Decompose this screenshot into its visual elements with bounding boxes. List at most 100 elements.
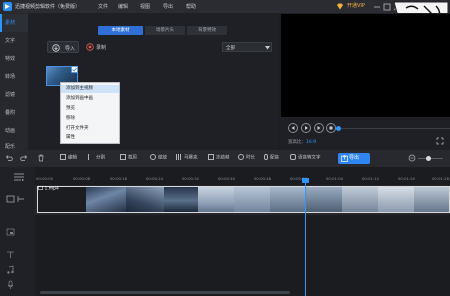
nav-item-text[interactable]: 文字 [0, 32, 28, 50]
playhead[interactable] [305, 178, 306, 296]
nav-item-effects[interactable]: 特效 [0, 50, 28, 68]
horizontal-scrollbar[interactable] [40, 291, 290, 294]
fullscreen-icon[interactable] [436, 137, 444, 145]
aspect-ratio[interactable]: 宽高比：16:9 [288, 139, 316, 145]
ctx-remove[interactable]: 移除 [61, 115, 119, 123]
freeze-icon [208, 154, 214, 160]
time-ruler[interactable] [35, 170, 450, 184]
tool-speech-to-text[interactable]: 语音转文字 [290, 154, 321, 163]
tick-label: 00:00:40 [218, 176, 236, 181]
voice-track-header[interactable] [6, 280, 30, 292]
record-label: 录制 [96, 45, 107, 51]
tick-label: 00:00:24 [146, 176, 164, 181]
tick-label: 00:01:04 [326, 176, 344, 181]
ctx-add-to-main-video[interactable]: 添加到主视频 [61, 85, 119, 93]
ctx-properties[interactable]: 属性 [61, 134, 119, 142]
seek-bar[interactable] [338, 128, 450, 129]
pip-track-header[interactable] [6, 227, 30, 239]
music-note-icon [7, 265, 14, 274]
ctx-add-to-pip[interactable]: 添加到画中画 [61, 95, 119, 103]
nav-item-overlay[interactable]: 叠附 [0, 104, 28, 122]
ctx-open-folder[interactable]: 打开文件夹 [61, 125, 119, 133]
import-label: 导入 [65, 46, 76, 52]
clip-frame [126, 187, 164, 212]
video-track-icon [6, 195, 24, 203]
tab-local-material[interactable]: 本地素材 [98, 26, 143, 35]
microphone-icon [264, 154, 268, 160]
ratio-value: 16:9 [306, 140, 317, 145]
delete-icon[interactable] [37, 154, 45, 162]
clock-icon [238, 154, 244, 160]
app-title: 迅捷视频剪辑软件（免费版） [15, 4, 81, 10]
menu-file[interactable]: 文件 [98, 3, 108, 10]
tool-dubbing-label: 配音 [270, 155, 279, 161]
track-settings-icon[interactable] [14, 173, 24, 181]
text-track-header[interactable] [6, 250, 30, 262]
ctx-preview[interactable]: 预览 [61, 105, 119, 113]
clip-frame [342, 187, 378, 212]
nav-item-transition[interactable]: 转场 [0, 68, 28, 86]
tick-label: 00:00:48 [254, 176, 272, 181]
tool-mosaic-label: 马赛克 [184, 155, 198, 161]
stop-icon [329, 126, 333, 130]
tool-dubbing[interactable]: 配音 [264, 154, 279, 163]
stop-button[interactable] [326, 123, 336, 133]
tab-scene-intro[interactable]: 场景片头 [145, 26, 185, 35]
zoom-slider-handle[interactable] [426, 156, 431, 161]
clip-frame [198, 187, 234, 212]
forward-button[interactable] [314, 123, 324, 133]
preview-screen[interactable] [281, 14, 450, 117]
forward-icon [317, 126, 321, 130]
nav-item-filter[interactable]: 滤镜 [0, 86, 28, 104]
redo-icon[interactable] [20, 154, 28, 162]
zoom-icon [150, 154, 156, 160]
undo-icon[interactable] [5, 154, 13, 162]
vip-label: 开通VIP [347, 3, 365, 9]
rewind-button[interactable] [288, 123, 298, 133]
clip-frame [270, 187, 306, 212]
import-button[interactable]: 导入 [47, 41, 79, 53]
tool-edit[interactable]: 编辑 [60, 154, 77, 163]
tool-duration[interactable]: 时长 [238, 154, 255, 163]
play-icon [305, 126, 308, 130]
tool-crop-label: 裁剪 [128, 155, 137, 161]
play-button[interactable] [301, 123, 311, 133]
tick-label: 00:00:16 [110, 176, 128, 181]
rewind-icon [291, 126, 295, 130]
video-clip[interactable] [37, 186, 450, 213]
export-label: 导出 [349, 155, 360, 161]
tool-freeze-frame[interactable]: 冻结帧 [208, 154, 230, 163]
zoom-out-icon[interactable] [408, 154, 416, 162]
diamond-icon [336, 3, 344, 10]
split-icon [88, 154, 94, 160]
nav-item-material[interactable]: 素材 [0, 14, 28, 32]
mosaic-icon [176, 154, 182, 160]
tool-mosaic[interactable]: 马赛克 [176, 154, 198, 163]
export-button[interactable]: 导出 [338, 153, 370, 164]
music-track-header[interactable] [6, 265, 30, 277]
app-logo-icon [3, 2, 12, 11]
seek-handle[interactable] [336, 126, 341, 131]
video-track-header[interactable] [6, 194, 30, 206]
export-icon [341, 155, 348, 162]
menu-help[interactable]: 帮助 [186, 3, 196, 10]
menu-export[interactable]: 导出 [163, 3, 173, 10]
tick-label: 00:00:08 [73, 176, 91, 181]
menu-view[interactable]: 视图 [140, 3, 150, 10]
tick-label: 00:00:32 [182, 176, 200, 181]
checkbox-icon[interactable] [71, 66, 78, 73]
clip-frame [86, 187, 126, 212]
record-icon [86, 43, 94, 51]
tool-zoom[interactable]: 缩放 [150, 154, 167, 163]
menu-edit[interactable]: 编辑 [118, 3, 128, 10]
tool-split[interactable]: 分割 [88, 154, 105, 163]
text-track-icon [7, 251, 14, 258]
crop-icon [120, 154, 126, 160]
tool-crop[interactable]: 裁剪 [120, 154, 137, 163]
playhead-handle[interactable] [302, 178, 309, 183]
vip-button[interactable]: 开通VIP [336, 1, 368, 12]
chevron-down-icon [265, 46, 270, 50]
filter-select[interactable]: 全部 [222, 42, 272, 52]
tab-background-effects[interactable]: 背景特效 [187, 26, 227, 35]
record-button[interactable]: 录制 [86, 41, 116, 53]
